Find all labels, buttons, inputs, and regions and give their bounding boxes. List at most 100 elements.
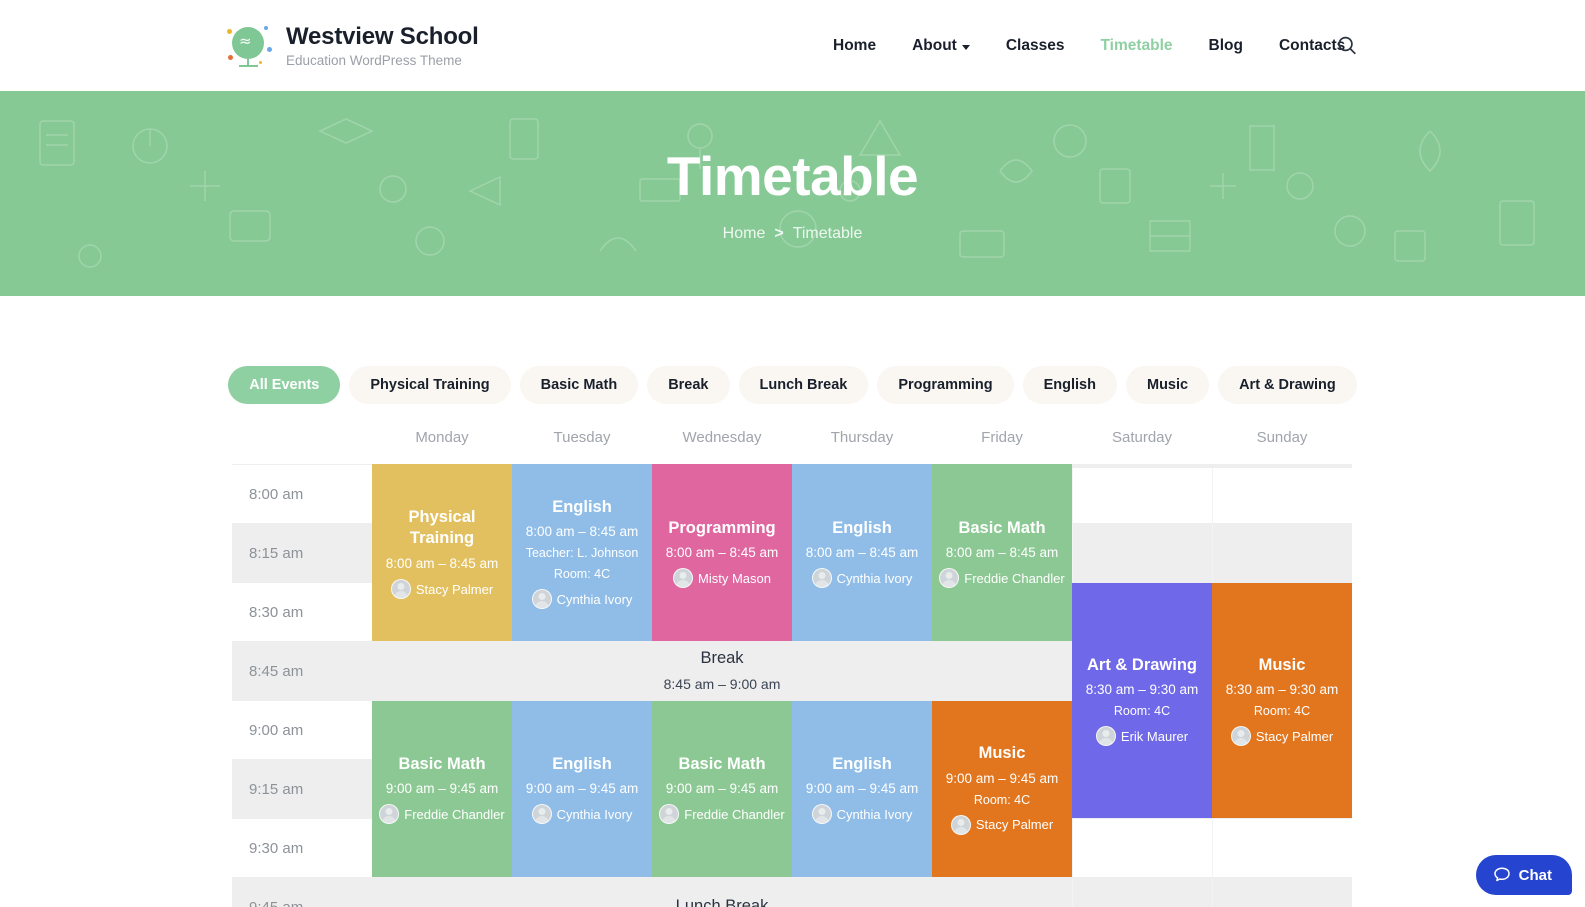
- event-host-name: Cynthia Ivory: [556, 806, 633, 822]
- timetable-corner-cell: [232, 427, 372, 464]
- event-card[interactable]: English 8:00 am – 8:45 am Teacher: L. John…: [512, 465, 652, 641]
- timetable-body: 8:00 am 8:15 am 8:30 am 8:45 am 9:00 am 9:15 …: [232, 464, 1352, 907]
- event-host-name: Freddie Chandler: [404, 806, 505, 822]
- nav-item-label: Classes: [1005, 36, 1065, 54]
- avatar: [811, 568, 832, 589]
- nav-item-timetable[interactable]: Timetable: [1082, 37, 1190, 55]
- filter-pill-all-events[interactable]: All Events: [228, 366, 341, 404]
- event-time: 8:45 am – 9:00 am: [663, 676, 781, 693]
- brand-logo[interactable]: ≈ Westview School Education WordPress Th…: [226, 23, 479, 69]
- event-card[interactable]: English 8:00 am – 8:45 am Cynthia Ivory: [792, 465, 932, 641]
- event-host-name: Misty Mason: [698, 570, 771, 586]
- filter-pill-art-drawing[interactable]: Art & Drawing: [1218, 366, 1357, 404]
- filter-pill-physical-training[interactable]: Physical Training: [349, 366, 511, 404]
- nav-item-label: Home: [833, 36, 877, 54]
- event-title: Programming: [668, 518, 776, 537]
- event-card[interactable]: English 9:00 am – 9:45 am Cynthia Ivory: [792, 701, 932, 877]
- event-card[interactable]: Art & Drawing 8:30 am – 9:30 am Room: 4C Er…: [1072, 583, 1212, 818]
- time-label: 8:15 am: [232, 524, 372, 582]
- event-card[interactable]: Break 8:45 am – 9:00 am: [372, 642, 1072, 700]
- event-meta: Room: 4C: [973, 792, 1031, 807]
- chat-bubble-icon: [1493, 867, 1510, 882]
- breadcrumb-home[interactable]: Home: [723, 225, 766, 243]
- chat-widget-button[interactable]: Chat: [1475, 855, 1572, 895]
- event-host: Freddie Chandler: [379, 804, 505, 825]
- avatar: [939, 568, 960, 589]
- filter-pill-lunch-break[interactable]: Lunch Break: [738, 366, 869, 404]
- event-host: Cynthia Ivory: [811, 568, 913, 589]
- timetable-cell: [1212, 524, 1352, 582]
- event-card[interactable]: Lunch Break: [372, 878, 1072, 907]
- breadcrumb-current: Timetable: [792, 225, 863, 242]
- event-host: Cynthia Ivory: [811, 804, 912, 825]
- event-card[interactable]: Basic Math 8:00 am – 8:45 am Freddie Chand…: [932, 465, 1072, 641]
- chat-widget-label: Chat: [1518, 866, 1552, 884]
- nav-item-about[interactable]: About: [894, 37, 988, 55]
- event-host: Stacy Palmer: [950, 814, 1053, 835]
- event-card[interactable]: Music 8:30 am – 9:30 am Room: 4C Stacy Palm…: [1212, 583, 1352, 818]
- day-header-monday: Monday: [415, 429, 469, 446]
- filter-pill-programming[interactable]: Programming: [877, 366, 1014, 404]
- event-title: Art & Drawing: [1086, 655, 1197, 674]
- search-icon[interactable]: [1334, 33, 1360, 59]
- event-host-name: Stacy Palmer: [1255, 728, 1334, 744]
- brand-subtitle: Education WordPress Theme: [286, 52, 462, 68]
- nav-item-classes[interactable]: Classes: [988, 37, 1083, 55]
- event-title: English: [552, 754, 612, 773]
- event-title: English: [832, 754, 892, 773]
- timetable-day-headers: Monday Tuesday Wednesday Thursday Friday Satu…: [232, 427, 1352, 464]
- avatar: [390, 579, 411, 600]
- day-header-wednesday: Wednesday: [682, 429, 762, 446]
- event-title: Break: [700, 648, 744, 667]
- logo-glyph: ≈: [239, 31, 252, 50]
- time-label: 8:30 am: [249, 603, 304, 621]
- avatar: [1230, 726, 1251, 747]
- event-time: 8:00 am – 8:45 am: [805, 545, 919, 561]
- event-card[interactable]: Physical Training 8:00 am – 8:45 am Stacy …: [372, 465, 512, 641]
- site-header: ≈ Westview School Education WordPress Th…: [0, 0, 1585, 91]
- filter-pill-basic-math[interactable]: Basic Math: [519, 366, 639, 404]
- event-title: Music: [1258, 655, 1306, 674]
- event-meta: Room: 4C: [553, 567, 611, 582]
- timetable-cell: [1072, 465, 1212, 523]
- day-header-friday: Friday: [981, 429, 1023, 446]
- filter-pill-music[interactable]: Music: [1125, 366, 1210, 404]
- day-header-thursday: Thursday: [830, 429, 894, 446]
- event-time: 8:00 am – 8:45 am: [665, 545, 779, 561]
- event-card[interactable]: Basic Math 9:00 am – 9:45 am Freddie Chand…: [372, 701, 512, 877]
- event-time: 9:00 am – 9:45 am: [665, 781, 779, 797]
- event-host-name: Cynthia Ivory: [836, 570, 913, 586]
- time-label: 9:30 am: [249, 839, 304, 857]
- event-host: Misty Mason: [673, 568, 771, 589]
- event-title: Basic Math: [678, 754, 766, 773]
- timetable-cell: [1212, 819, 1352, 877]
- avatar: [673, 568, 694, 589]
- column-accent-sunday: [1212, 464, 1352, 468]
- nav-item-home[interactable]: Home: [815, 37, 894, 55]
- filter-pill-break[interactable]: Break: [647, 366, 730, 404]
- timetable-grid: Monday Tuesday Wednesday Thursday Friday Satu…: [232, 427, 1352, 907]
- nav-item-blog[interactable]: Blog: [1191, 37, 1261, 55]
- event-title: Basic Math: [958, 518, 1046, 537]
- avatar: [379, 804, 400, 825]
- event-time: 8:30 am – 9:30 am: [1085, 682, 1199, 698]
- event-host: Cynthia Ivory: [531, 589, 632, 610]
- event-time: 8:00 am – 8:45 am: [385, 555, 499, 571]
- event-host: Freddie Chandler: [939, 568, 1065, 589]
- event-host: Cynthia Ivory: [531, 804, 633, 825]
- timetable-cell: [1212, 465, 1352, 523]
- event-card[interactable]: Basic Math 9:00 am – 9:45 am Freddie Chand…: [652, 701, 792, 877]
- event-title: Physical Training: [408, 507, 476, 548]
- avatar: [531, 804, 552, 825]
- event-card[interactable]: Music 9:00 am – 9:45 am Room: 4C Stacy Palm…: [932, 701, 1072, 877]
- event-host-name: Stacy Palmer: [415, 581, 494, 597]
- event-title: English: [552, 497, 612, 516]
- event-time: 8:00 am – 8:45 am: [525, 523, 639, 539]
- event-card[interactable]: Programming 8:00 am – 8:45 am Misty Mason: [652, 465, 792, 641]
- nav-item-label: Blog: [1208, 36, 1243, 54]
- filter-pill-english[interactable]: English: [1022, 366, 1117, 404]
- event-title: Music: [978, 744, 1026, 763]
- event-host-name: Freddie Chandler: [684, 806, 785, 822]
- event-host: Stacy Palmer: [1230, 726, 1334, 747]
- event-card[interactable]: English 9:00 am – 9:45 am Cynthia Ivory: [512, 701, 652, 877]
